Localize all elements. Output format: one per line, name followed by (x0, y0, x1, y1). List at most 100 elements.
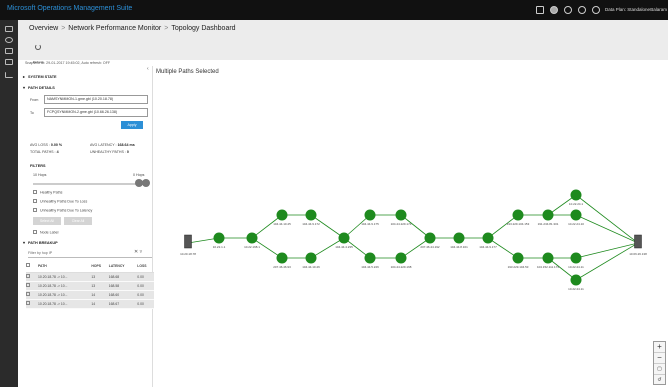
table-row[interactable]: 10.20.18.78 -> 10... 14 168.60 0.00 (26, 290, 154, 300)
select-all-rows-checkbox[interactable] (26, 260, 38, 273)
hop-node[interactable] (395, 252, 407, 264)
to-label: To (30, 111, 34, 115)
col-path[interactable]: PATH (38, 260, 92, 273)
hop-node-label: 10.22.168.1 (244, 245, 260, 249)
loss-paths-checkbox[interactable]: Unhealthy Paths Due To Loss (33, 199, 87, 203)
data-plan-label[interactable]: Data Plan: Standalone (605, 7, 650, 12)
zoom-out-button[interactable]: − (654, 353, 665, 364)
destination-server-label: 10.66.26.138 (629, 252, 647, 256)
hop-node[interactable] (213, 232, 225, 244)
col-hops[interactable]: HOPS (91, 260, 109, 273)
path-link (251, 214, 283, 239)
hop-node-label: 104.44.9.177 (479, 245, 497, 249)
node-label-checkbox[interactable]: Node Label (33, 230, 58, 234)
hop-node[interactable] (542, 252, 554, 264)
hop-node[interactable] (276, 252, 288, 264)
smiley-icon[interactable] (578, 6, 586, 14)
source-server-icon[interactable] (184, 234, 192, 249)
hop-node[interactable] (364, 252, 376, 264)
user-name[interactable]: Balaram (650, 7, 667, 12)
path-breakup-table: PATH HOPS LATENCY LOSS 10.20.18.78 -> 10… (26, 260, 154, 309)
hop-node[interactable] (246, 232, 258, 244)
home-icon[interactable] (5, 26, 13, 32)
chevron-right-icon: > (61, 25, 66, 32)
row-checkbox[interactable] (26, 272, 38, 282)
row-checkbox[interactable] (26, 290, 38, 300)
to-field[interactable]: FCPQSYNMMON-2.gme.gbl (10.66.26.138) (44, 108, 148, 117)
caret-right-icon: ▸ (23, 74, 26, 79)
latency-paths-checkbox[interactable]: Unhealthy Paths Due To Latency (33, 208, 92, 212)
hop-node[interactable] (512, 209, 524, 221)
panel-divider (152, 66, 153, 387)
hops-slider-track[interactable] (33, 183, 143, 185)
help-icon[interactable] (592, 6, 600, 14)
hop-node[interactable] (338, 232, 350, 244)
clear-all-button[interactable]: Clear All (64, 217, 92, 225)
path-link (310, 214, 345, 239)
feedback-icon[interactable] (550, 6, 558, 14)
col-loss[interactable]: LOSS (137, 260, 154, 273)
collapse-panel-icon[interactable]: ‹ (147, 66, 149, 72)
hop-node[interactable] (305, 252, 317, 264)
caret-down-icon: ▾ (23, 240, 26, 245)
top-bar: Microsoft Operations Management Suite Da… (0, 0, 668, 20)
hop-node-label: 104.44.229.174 (391, 222, 412, 226)
hop-node[interactable] (570, 252, 582, 264)
hop-node[interactable] (542, 209, 554, 221)
logs-icon[interactable] (5, 59, 13, 65)
reset-button[interactable]: ↺ (654, 375, 665, 386)
close-icon[interactable]: ✕ (134, 249, 138, 255)
hop-node[interactable] (482, 232, 494, 244)
table-row[interactable]: 10.20.18.78 -> 10... 13 168.58 0.00 (26, 281, 154, 291)
hop-node[interactable] (424, 232, 436, 244)
hops-slider-knob-right[interactable] (142, 179, 150, 187)
hop-node[interactable] (512, 252, 524, 264)
select-all-button[interactable]: Select All (33, 217, 61, 225)
col-latency[interactable]: LATENCY (108, 260, 138, 273)
destination-server-icon[interactable] (634, 234, 642, 249)
filter-actions: ✕ ▿ (134, 249, 142, 255)
path-details-header[interactable]: ▾ PATH DETAILS (23, 85, 55, 90)
from-field[interactable]: NAMSYNMMON-1.gme.gbl (10.20.18.78) (44, 95, 148, 104)
hop-node[interactable] (570, 189, 582, 201)
breadcrumb-npm[interactable]: Network Performance Monitor (68, 25, 161, 32)
hop-node-label: 207.46.44.192 (420, 245, 440, 249)
row-checkbox[interactable] (26, 281, 38, 291)
table-row[interactable]: 10.20.18.78 -> 10... 14 168.67 0.00 (26, 299, 154, 309)
app-title[interactable]: Microsoft Operations Management Suite (7, 5, 132, 12)
row-checkbox[interactable] (26, 299, 38, 309)
hop-node[interactable] (395, 209, 407, 221)
hop-node[interactable] (305, 209, 317, 221)
hop-node-label: 10.22.24.1 (569, 202, 584, 206)
breadcrumb-overview[interactable]: Overview (29, 25, 58, 32)
fit-button[interactable]: ▢ (654, 364, 665, 375)
zoom-in-button[interactable]: + (654, 342, 665, 353)
topology-canvas[interactable]: 10.22.1.1 10.22.168.1 104.44.10.45 104.44.9… (154, 80, 668, 387)
apply-button[interactable]: Apply (121, 121, 143, 129)
source-server-label: 10.20.18.78 (180, 252, 196, 256)
search-icon[interactable] (5, 37, 13, 43)
hop-node-label: 104.44.9.172 (302, 222, 320, 226)
hop-node[interactable] (570, 209, 582, 221)
solutions-icon[interactable] (5, 48, 13, 54)
path-breakup-header[interactable]: ▾ PATH BREAKUP (23, 240, 58, 245)
hop-node-label: 193.229.104.153 (507, 222, 530, 226)
hop-node-label: 104.44.10.46 (302, 265, 320, 269)
hop-node[interactable] (364, 209, 376, 221)
hop-node-label: 10.22.24.10 (568, 222, 584, 226)
funnel-icon[interactable]: ▿ (140, 249, 143, 255)
canvas-title: Multiple Paths Selected (156, 69, 219, 75)
hop-node[interactable] (276, 209, 288, 221)
hop-node[interactable] (453, 232, 465, 244)
notification-icon[interactable] (536, 6, 544, 14)
gear-icon[interactable] (564, 6, 572, 14)
refresh-icon (35, 44, 41, 50)
unhealthy-paths: UNHEALTHY PATHS : 0 (90, 150, 129, 154)
hop-node-label: 104.44.10.45 (273, 222, 291, 226)
filters-header: FILTERS (30, 164, 46, 168)
chart-icon[interactable] (5, 72, 13, 78)
table-row[interactable]: 10.20.18.78 -> 10... 13 168.68 0.00 (26, 272, 154, 282)
system-state-header[interactable]: ▸ SYSTEM STATE (23, 74, 57, 79)
hop-node[interactable] (570, 274, 582, 286)
healthy-paths-checkbox[interactable]: Healthy Paths (33, 190, 62, 194)
